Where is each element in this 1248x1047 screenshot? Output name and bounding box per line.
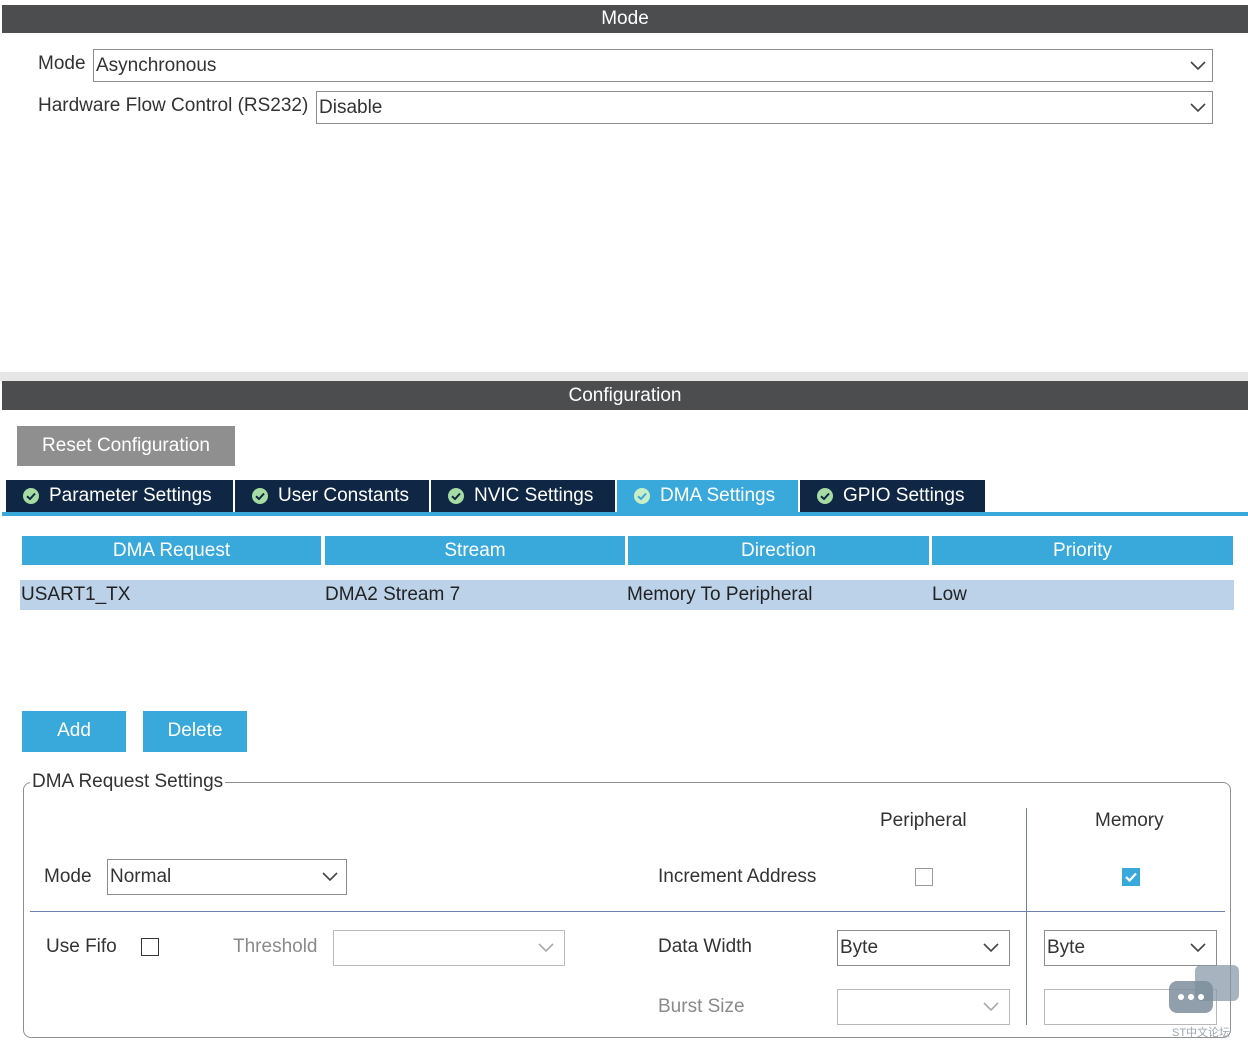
tab-label: User Constants	[278, 485, 409, 506]
column-header-direction[interactable]: Direction	[628, 536, 929, 565]
chevron-down-icon	[983, 1002, 999, 1012]
data-width-label: Data Width	[658, 936, 752, 957]
tab-dma-settings[interactable]: DMA Settings	[617, 480, 798, 512]
memory-column-header: Memory	[1095, 810, 1164, 831]
data-width-memory-value: Byte	[1047, 937, 1086, 958]
add-button[interactable]: Add	[22, 711, 126, 752]
column-divider	[1026, 808, 1027, 1025]
table-cell-stream: DMA2 Stream 7	[324, 580, 626, 610]
use-fifo-checkbox[interactable]	[141, 938, 159, 956]
check-circle-icon	[23, 488, 39, 504]
chevron-down-icon	[538, 943, 554, 953]
peripheral-column-header: Peripheral	[880, 810, 967, 831]
checkmark-icon	[1125, 872, 1137, 883]
mode-header: Mode	[2, 5, 1248, 33]
column-header-priority[interactable]: Priority	[932, 536, 1233, 565]
tab-parameter-settings[interactable]: Parameter Settings	[6, 480, 233, 512]
flow-control-value: Disable	[319, 97, 383, 118]
mode-select-value: Asynchronous	[96, 55, 217, 76]
tab-label: NVIC Settings	[474, 485, 594, 506]
table-cell-dma-request: USART1_TX	[20, 580, 322, 610]
mode-label: Mode	[38, 53, 86, 74]
watermark-text: ST中文论坛	[1172, 1027, 1231, 1039]
tab-underline	[2, 512, 1248, 516]
check-circle-icon	[634, 488, 650, 504]
row-divider	[30, 911, 1225, 912]
dma-mode-select[interactable]: Normal	[107, 859, 347, 895]
increment-peripheral-checkbox[interactable]	[915, 868, 933, 886]
reset-configuration-button[interactable]: Reset Configuration	[17, 426, 235, 466]
dma-mode-label: Mode	[44, 866, 92, 887]
data-width-peripheral-select[interactable]: Byte	[837, 930, 1010, 966]
column-header-stream[interactable]: Stream	[325, 536, 625, 565]
check-circle-icon	[448, 488, 464, 504]
threshold-select	[333, 930, 565, 966]
chevron-down-icon	[1190, 943, 1206, 953]
chat-bubble-icon	[1167, 963, 1241, 1023]
table-cell-priority: Low	[931, 580, 1234, 610]
flow-control-label: Hardware Flow Control (RS232)	[38, 95, 309, 116]
mode-select[interactable]: Asynchronous	[93, 49, 1213, 82]
tab-nvic-settings[interactable]: NVIC Settings	[431, 480, 615, 512]
chevron-down-icon	[322, 872, 338, 882]
dma-request-settings-legend: DMA Request Settings	[30, 771, 226, 793]
data-width-peripheral-value: Byte	[840, 937, 879, 958]
tab-label: GPIO Settings	[843, 485, 965, 506]
tab-label: DMA Settings	[660, 485, 776, 506]
chevron-down-icon	[1190, 102, 1206, 113]
data-width-memory-select[interactable]: Byte	[1044, 930, 1217, 966]
configuration-header: Configuration	[2, 381, 1248, 410]
increment-address-label: Increment Address	[658, 866, 817, 887]
tab-gpio-settings[interactable]: GPIO Settings	[800, 480, 985, 512]
burst-size-label: Burst Size	[658, 996, 745, 1017]
tab-user-constants[interactable]: User Constants	[235, 480, 429, 512]
increment-memory-checkbox[interactable]	[1122, 868, 1140, 886]
chevron-down-icon	[1190, 60, 1206, 71]
table-cell-direction: Memory To Peripheral	[626, 580, 931, 610]
check-circle-icon	[252, 488, 268, 504]
delete-button[interactable]: Delete	[143, 711, 247, 752]
column-header-dma-request[interactable]: DMA Request	[22, 536, 321, 565]
use-fifo-label: Use Fifo	[46, 936, 117, 957]
burst-size-peripheral-select	[837, 989, 1010, 1025]
tab-label: Parameter Settings	[49, 485, 212, 506]
chevron-down-icon	[983, 943, 999, 953]
threshold-label: Threshold	[233, 936, 318, 957]
dma-mode-value: Normal	[110, 866, 172, 887]
flow-control-select[interactable]: Disable	[316, 91, 1213, 124]
check-circle-icon	[817, 488, 833, 504]
